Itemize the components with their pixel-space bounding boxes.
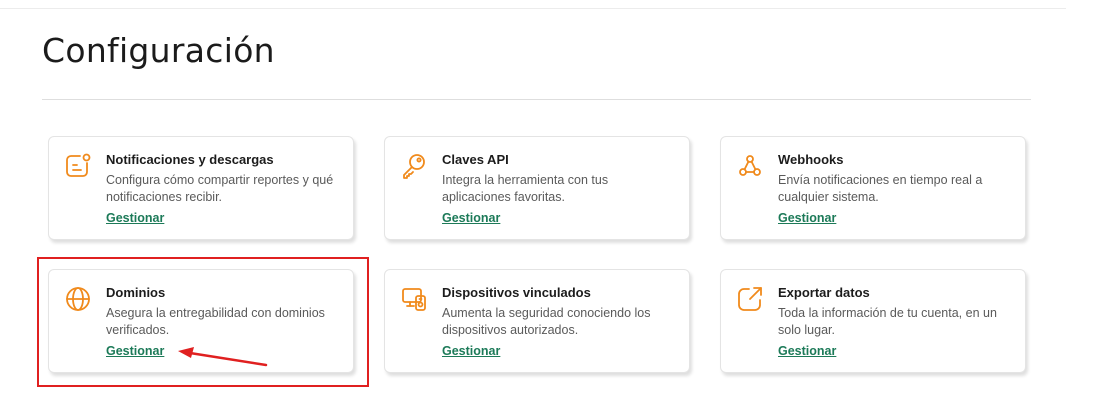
devices-icon	[399, 284, 429, 314]
webhook-icon	[735, 151, 765, 181]
card-description: Configura cómo compartir reportes y qué …	[106, 173, 334, 204]
card-notificaciones: Notificaciones y descargas Configura cóm…	[48, 136, 354, 240]
card-claves-api: Claves API Integra la herramienta con tu…	[384, 136, 690, 240]
card-description: Envía notificaciones en tiempo real a cu…	[778, 173, 983, 204]
card-title: Dispositivos vinculados	[442, 285, 591, 300]
card-title: Claves API	[442, 152, 509, 167]
gestionar-link-exportar[interactable]: Gestionar	[778, 344, 836, 358]
card-dispositivos-vinculados: Dispositivos vinculados Aumenta la segur…	[384, 269, 690, 373]
notification-icon	[63, 151, 93, 181]
card-description: Integra la herramienta con tus aplicacio…	[442, 173, 609, 204]
gestionar-link-webhooks[interactable]: Gestionar	[778, 211, 836, 225]
key-icon	[399, 151, 429, 181]
card-title: Notificaciones y descargas	[106, 152, 274, 167]
page-title: Configuración	[42, 31, 275, 70]
top-divider	[0, 8, 1066, 9]
card-exportar-datos: Exportar datos Toda la información de tu…	[720, 269, 1026, 373]
card-title: Webhooks	[778, 152, 844, 167]
card-title: Exportar datos	[778, 285, 870, 300]
gestionar-link-dispositivos[interactable]: Gestionar	[442, 344, 500, 358]
export-icon	[735, 284, 765, 314]
title-divider	[42, 99, 1031, 100]
annotation-arrow-icon	[178, 347, 268, 367]
settings-page: Configuración Notificaciones y descargas…	[0, 0, 1094, 406]
card-description: Toda la información de tu cuenta, en un …	[778, 306, 997, 337]
card-description: Aumenta la seguridad conociendo los disp…	[442, 306, 651, 337]
gestionar-link-notificaciones[interactable]: Gestionar	[106, 211, 164, 225]
card-webhooks: Webhooks Envía notificaciones en tiempo …	[720, 136, 1026, 240]
gestionar-link-claves-api[interactable]: Gestionar	[442, 211, 500, 225]
